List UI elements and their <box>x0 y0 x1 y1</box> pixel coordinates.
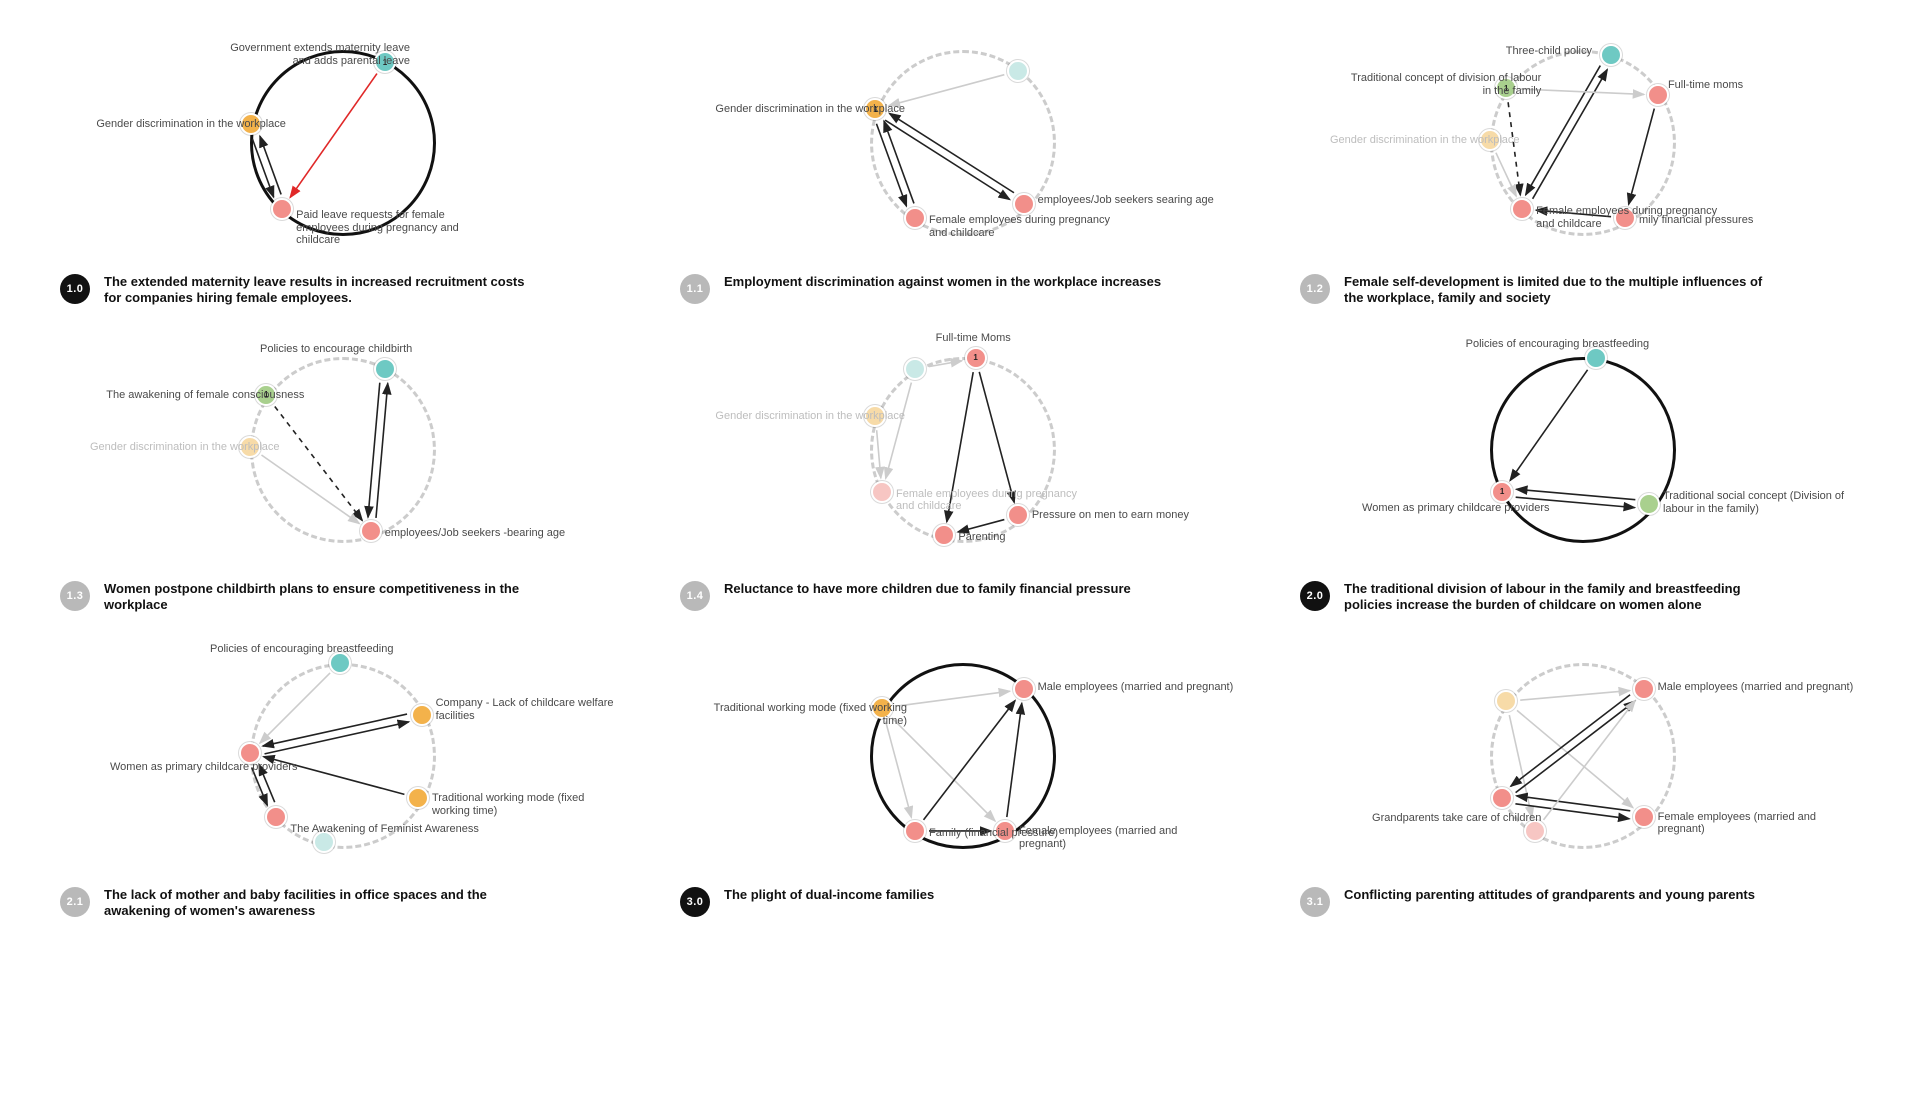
node-C: 1 <box>1491 481 1513 503</box>
panel-title: The extended maternity leave results in … <box>104 274 544 307</box>
node-label: Female employees (married and pregnant) <box>1658 811 1858 836</box>
diagram-grid: 1 Government extends maternity leave and … <box>0 30 1920 920</box>
node-label: Gender discrimination in the workplace <box>96 118 286 131</box>
node-C <box>904 820 926 842</box>
node-label: The awakening of female consciousness <box>106 389 304 402</box>
badge: 1.4 <box>680 581 710 611</box>
node-B <box>1013 193 1035 215</box>
node-label: Traditional concept of division of labou… <box>1341 72 1541 97</box>
node-label: Traditional working mode (fixed working … <box>707 702 907 727</box>
node-F <box>904 358 926 380</box>
node-label: Male employees (married and pregnant) <box>1038 681 1234 694</box>
panel-3.0: Male employees (married and pregnant)Fem… <box>680 643 1240 920</box>
node-label: Traditional social concept (Division of … <box>1663 490 1860 515</box>
node-label: Family (financial pressure) <box>929 827 1058 840</box>
badge: 1.0 <box>60 274 90 304</box>
badge: 3.1 <box>1300 887 1330 917</box>
panel-2.0: Policies of encouraging breastfeeding Tra… <box>1300 337 1860 614</box>
node-label: Government extends maternity leave and a… <box>210 42 410 67</box>
panel-1.3: Policies to encourage childbirth employee… <box>60 337 620 614</box>
node-B <box>1647 84 1669 106</box>
badge: 2.1 <box>60 887 90 917</box>
node-B <box>1633 806 1655 828</box>
node-label: Female employees during pregnancy and ch… <box>1536 205 1736 230</box>
node-A <box>374 358 396 380</box>
node-B <box>1638 493 1660 515</box>
node-label: Policies of encouraging breastfeeding <box>210 643 393 656</box>
node-label: Full-time Moms <box>936 332 1011 345</box>
node-label: Paid leave requests for female employees… <box>296 209 496 247</box>
badge: 2.0 <box>1300 581 1330 611</box>
node-label: Women as primary childcare providers <box>110 761 297 774</box>
node-A <box>1013 678 1035 700</box>
node-label: employees/Job seekers -bearing age <box>385 527 565 540</box>
panel-title: The plight of dual-income families <box>724 887 934 917</box>
panel-title: Women postpone childbirth plans to ensur… <box>104 581 544 614</box>
node-label: Female employees during pregnancy and ch… <box>896 488 1096 513</box>
node-C <box>904 207 926 229</box>
node-label: Women as primary childcare providers <box>1362 502 1549 515</box>
node-label: Company - Lack of childcare welfare faci… <box>436 697 620 722</box>
node-label: Policies to encourage childbirth <box>260 343 412 356</box>
node-D <box>1511 198 1533 220</box>
node-label: Grandparents take care of children <box>1372 812 1541 825</box>
badge: 3.0 <box>680 887 710 917</box>
panel-title: The traditional division of labour in th… <box>1344 581 1784 614</box>
node-label: Policies of encouraging breastfeeding <box>1466 338 1649 351</box>
node-B <box>411 704 433 726</box>
node-label: Three-child policy <box>1506 45 1592 58</box>
node-E <box>265 806 287 828</box>
node-C <box>933 524 955 546</box>
panel-title: Reluctance to have more children due to … <box>724 581 1131 611</box>
panel-1.4: 1Full-time MomsPressure on men to earn m… <box>680 337 1240 614</box>
panel-3.1: Male employees (married and pregnant) Fem… <box>1300 643 1860 920</box>
panel-title: Conflicting parenting attitudes of grand… <box>1344 887 1755 917</box>
node-D <box>1491 787 1513 809</box>
node-label: Male employees (married and pregnant) <box>1658 681 1854 694</box>
node-D <box>871 481 893 503</box>
panel-title: Employment discrimination against women … <box>724 274 1161 304</box>
node-label: employees/Job seekers searing age <box>1038 194 1214 207</box>
node-label: Female employees during pregnancy and ch… <box>929 214 1129 239</box>
panel-1.2: Three-child policyFull-time momsmily fin… <box>1300 30 1860 307</box>
node-label: Gender discrimination in the workplace <box>715 103 905 116</box>
node-C <box>407 787 429 809</box>
node-A <box>1007 60 1029 82</box>
panel-2.1: Policies of encouraging breastfeeding Com… <box>60 643 620 920</box>
node-label: The Awakening of Feminist Awareness <box>290 823 479 836</box>
node-label: Gender discrimination in the workplace <box>90 441 280 454</box>
node-label: Gender discrimination in the workplace <box>715 410 905 423</box>
badge: 1.1 <box>680 274 710 304</box>
node-label: Parenting <box>958 531 1005 544</box>
node-label: Gender discrimination in the workplace <box>1330 134 1520 147</box>
badge: 1.2 <box>1300 274 1330 304</box>
node-B <box>360 520 382 542</box>
node-B <box>271 198 293 220</box>
node-A <box>1633 678 1655 700</box>
panel-title: Female self-development is limited due t… <box>1344 274 1784 307</box>
panel-1.1: employees/Job seekers searing age Female … <box>680 30 1240 307</box>
node-A: 1 <box>965 347 987 369</box>
panel-1.0: 1Government extends maternity leave and … <box>60 30 620 307</box>
badge: 1.3 <box>60 581 90 611</box>
panel-title: The lack of mother and baby facilities i… <box>104 887 544 920</box>
node-label: Traditional working mode (fixed working … <box>432 792 620 817</box>
node-label: Full-time moms <box>1668 79 1743 92</box>
